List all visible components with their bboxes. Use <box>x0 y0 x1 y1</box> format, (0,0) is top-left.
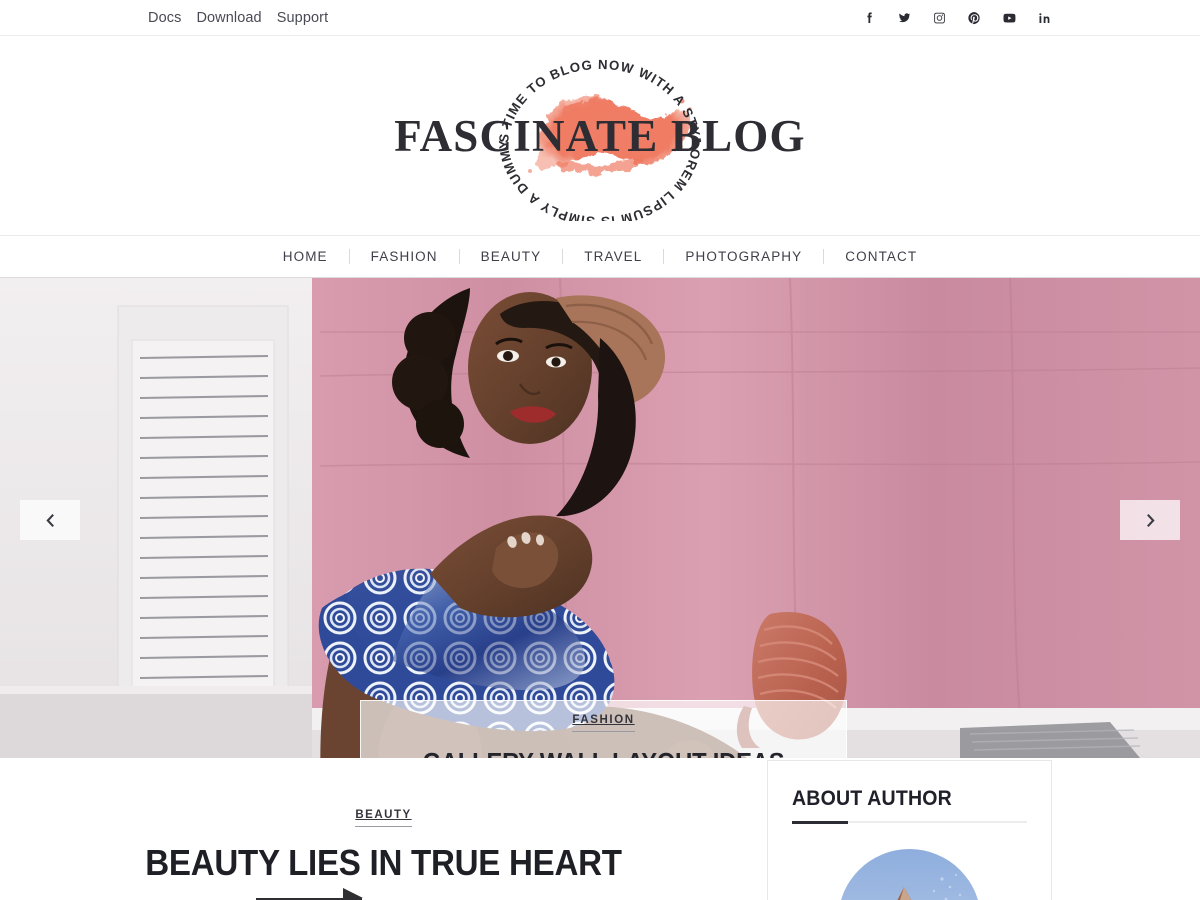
nav-item-photography[interactable]: PHOTOGRAPHY <box>664 249 823 264</box>
chevron-left-icon <box>45 513 54 527</box>
slider-prev-button[interactable] <box>20 500 80 540</box>
twitter-icon <box>899 12 911 22</box>
main-content-column: BEAUTY BEAUTY LIES IN TRUE HEART April 1… <box>0 758 767 900</box>
hero-caption-box: FASHION GALLERY WALL LAYOUT IDEAS YOU’LL… <box>360 700 847 758</box>
about-author-title: ABOUT AUTHOR <box>792 787 952 810</box>
main-navigation: HOME FASHION BEAUTY TRAVEL PHOTOGRAPHY C… <box>0 235 1200 278</box>
top-link-download[interactable]: Download <box>196 10 261 26</box>
facebook-link[interactable] <box>862 10 877 26</box>
youtube-link[interactable] <box>1002 10 1017 26</box>
top-link-support[interactable]: Support <box>277 10 329 26</box>
facebook-icon <box>867 11 872 23</box>
top-utility-bar: Docs Download Support <box>0 0 1200 36</box>
hero-post-title: GALLERY WALL LAYOUT IDEAS YOU’LL LOVE: W… <box>378 749 829 758</box>
linkedin-link[interactable] <box>1037 10 1052 26</box>
nav-item-home[interactable]: HOME <box>262 249 349 264</box>
nav-item-contact[interactable]: CONTACT <box>824 249 938 264</box>
nav-item-beauty[interactable]: BEAUTY <box>460 249 563 264</box>
about-author-widget: ABOUT AUTHOR <box>767 760 1052 900</box>
avatar <box>838 849 981 900</box>
article-header: BEAUTY BEAUTY LIES IN TRUE HEART April 1… <box>0 805 767 900</box>
avatar-mountain-photo <box>838 849 981 900</box>
article-category-tag[interactable]: BEAUTY <box>355 809 412 827</box>
top-links: Docs Download Support <box>148 10 328 26</box>
sidebar-column: ABOUT AUTHOR <box>767 758 1200 900</box>
social-links <box>862 10 1052 26</box>
article-title[interactable]: BEAUTY LIES IN TRUE HEART <box>31 842 737 884</box>
site-brand-title: FASCINATE BLOG <box>394 110 806 161</box>
site-logo-link[interactable]: ITS TIME TO BLOG NOW WITH A STYLE LOREM … <box>390 51 810 221</box>
site-logo-area: ITS TIME TO BLOG NOW WITH A STYLE LOREM … <box>0 36 1200 235</box>
pinterest-link[interactable] <box>967 10 982 26</box>
linkedin-icon <box>1039 12 1050 23</box>
slider-next-button[interactable] <box>1120 500 1180 540</box>
hero-slide-image <box>0 278 1200 758</box>
chevron-right-icon <box>1146 513 1155 527</box>
twitter-link[interactable] <box>897 10 912 26</box>
hero-title-line-1: GALLERY WALL LAYOUT IDEAS YOU’LL LOVE: <box>423 749 785 758</box>
page-root: Docs Download Support S TIME TO BLOG NOW… <box>0 0 1200 900</box>
nav-list: HOME FASHION BEAUTY TRAVEL PHOTOGRAPHY C… <box>262 249 938 264</box>
pinterest-icon <box>968 11 980 24</box>
instagram-icon <box>934 12 945 23</box>
top-link-docs[interactable]: Docs <box>148 10 181 26</box>
widget-title-rule <box>792 821 1027 824</box>
hero-category-tag[interactable]: FASHION <box>572 714 635 733</box>
hero-slider[interactable]: FASHION GALLERY WALL LAYOUT IDEAS YOU’LL… <box>0 278 1200 758</box>
youtube-icon <box>1003 13 1016 22</box>
instagram-link[interactable] <box>932 10 947 26</box>
content-area: BEAUTY BEAUTY LIES IN TRUE HEART April 1… <box>0 758 1200 900</box>
nav-item-travel[interactable]: TRAVEL <box>563 249 663 264</box>
nav-item-fashion[interactable]: FASHION <box>350 249 459 264</box>
